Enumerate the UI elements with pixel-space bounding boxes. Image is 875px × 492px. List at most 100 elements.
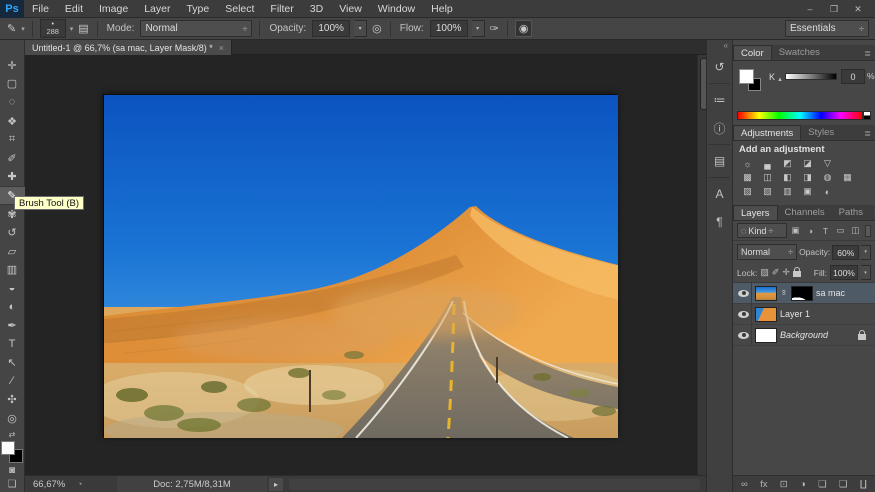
line-tool[interactable]: ∕ xyxy=(0,372,25,391)
menu-select[interactable]: Select xyxy=(217,0,262,18)
black-white-icon[interactable]: ◧ xyxy=(779,171,796,184)
layer-thumbnail[interactable] xyxy=(755,307,777,322)
k-value-input[interactable]: 0 xyxy=(841,69,865,84)
add-layer-mask-icon[interactable]: ⊡ xyxy=(780,479,788,490)
vertical-scrollbar[interactable] xyxy=(697,55,706,475)
color-spectrum-ramp[interactable] xyxy=(737,111,863,120)
layer-opacity-caret-icon[interactable]: ▾ xyxy=(861,245,871,260)
curves-icon[interactable]: ◩ xyxy=(779,157,796,170)
status-expand-icon[interactable]: ▸ xyxy=(269,478,283,491)
foreground-background-swatches[interactable] xyxy=(1,441,23,463)
menu-3d[interactable]: 3D xyxy=(302,0,331,18)
swap-colors-icon[interactable]: ⇄ xyxy=(9,430,16,439)
layer-name[interactable]: Background xyxy=(780,330,828,340)
eyedropper-tool[interactable]: ✐ xyxy=(0,149,25,168)
link-layers-icon[interactable]: ∞ xyxy=(741,479,748,490)
vibrance-icon[interactable]: ▽ xyxy=(819,157,836,170)
properties-panel-icon[interactable]: ≔ xyxy=(709,89,731,111)
eye-icon[interactable] xyxy=(738,311,749,318)
layer-name[interactable]: sa mac xyxy=(816,288,845,298)
foreground-color-swatch[interactable] xyxy=(1,441,15,455)
layer-blend-mode-select[interactable]: Normal ÷ xyxy=(737,244,797,260)
foreground-color-swatch[interactable] xyxy=(739,69,754,84)
panel-menu-icon[interactable]: ≣ xyxy=(860,49,875,60)
gradient-map-icon[interactable]: ▣ xyxy=(799,185,816,198)
workspace-select[interactable]: Essentials ÷ xyxy=(785,20,869,37)
spectrum-bw-swatch[interactable] xyxy=(863,111,871,120)
menu-edit[interactable]: Edit xyxy=(57,0,91,18)
menu-window[interactable]: Window xyxy=(370,0,423,18)
opacity-input[interactable]: 100% xyxy=(312,20,350,37)
eye-icon[interactable] xyxy=(738,332,749,339)
info-panel-icon[interactable]: ⓘ xyxy=(709,117,731,139)
menu-file[interactable]: File xyxy=(24,0,57,18)
tablet-size-icon[interactable]: ◉ xyxy=(515,20,533,37)
brush-picker-caret-icon[interactable]: ▾ xyxy=(70,25,74,33)
zoom-tool[interactable]: ◎ xyxy=(0,409,25,428)
panel-menu-icon[interactable]: ≣ xyxy=(870,209,875,220)
minimize-button[interactable]: – xyxy=(799,2,821,16)
new-adjustment-layer-icon[interactable]: ◑ xyxy=(800,479,806,490)
layer-fill-input[interactable]: 100% xyxy=(830,265,858,280)
lock-transparency-icon[interactable]: ▨ xyxy=(760,267,769,278)
tab-swatches[interactable]: Swatches xyxy=(772,45,827,60)
pen-tool[interactable]: ✒ xyxy=(0,316,25,335)
history-panel-icon[interactable]: ↺ xyxy=(709,56,731,78)
layer-thumbnail[interactable] xyxy=(755,286,777,301)
color-fg-bg-swatches[interactable] xyxy=(739,69,761,91)
new-group-icon[interactable]: ❏ xyxy=(818,479,827,490)
layer-mask-thumbnail[interactable] xyxy=(791,286,813,301)
history-brush-tool[interactable]: ↺ xyxy=(0,223,25,242)
new-layer-icon[interactable]: ❑ xyxy=(839,479,848,490)
layer-row-background[interactable]: Background xyxy=(733,325,875,346)
brush-preset-picker[interactable]: • 288 xyxy=(40,19,66,38)
lock-all-icon[interactable] xyxy=(793,271,801,277)
k-channel-slider[interactable] xyxy=(785,73,837,80)
restore-button[interactable]: ❐ xyxy=(823,2,845,16)
layer-thumbnail[interactable] xyxy=(755,328,777,343)
quick-mask-button[interactable]: ◙ xyxy=(0,463,25,478)
tab-adjustments[interactable]: Adjustments xyxy=(733,125,801,140)
tablet-opacity-icon[interactable]: ◎ xyxy=(371,22,383,35)
color-lookup-icon[interactable]: ▦ xyxy=(839,171,856,184)
menu-help[interactable]: Help xyxy=(423,0,461,18)
visibility-cell[interactable] xyxy=(736,325,752,345)
menu-layer[interactable]: Layer xyxy=(136,0,178,18)
opacity-caret-icon[interactable]: ▾ xyxy=(354,20,367,37)
visibility-cell[interactable] xyxy=(736,304,752,324)
tab-channels[interactable]: Channels xyxy=(778,205,832,220)
menu-view[interactable]: View xyxy=(331,0,370,18)
filter-smart-objects-icon[interactable]: ◫ xyxy=(849,224,862,237)
tab-close-icon[interactable]: × xyxy=(219,43,224,53)
photo-filter-icon[interactable]: ◨ xyxy=(799,171,816,184)
tool-preset-caret-icon[interactable]: ▾ xyxy=(21,25,25,33)
color-balance-icon[interactable]: ◫ xyxy=(759,171,776,184)
invert-icon[interactable]: ▨ xyxy=(739,185,756,198)
flow-caret-icon[interactable]: ▾ xyxy=(472,20,485,37)
hand-tool[interactable]: ✣ xyxy=(0,391,25,410)
crop-tool[interactable]: ⌗ xyxy=(0,130,25,149)
filter-type-layers-icon[interactable]: T xyxy=(819,224,832,237)
path-selection-tool[interactable]: ↖ xyxy=(0,354,25,373)
character-panel-icon[interactable]: A xyxy=(709,183,731,205)
levels-icon[interactable]: ▄ xyxy=(759,157,776,170)
menu-type[interactable]: Type xyxy=(178,0,217,18)
quick-selection-tool[interactable]: ❖ xyxy=(0,112,25,131)
layer-name[interactable]: Layer 1 xyxy=(780,309,810,319)
tab-layers[interactable]: Layers xyxy=(733,205,778,220)
type-tool[interactable]: T xyxy=(0,335,25,354)
filter-shape-layers-icon[interactable]: ▭ xyxy=(834,224,847,237)
lock-pixels-icon[interactable]: ✐ xyxy=(772,267,780,278)
eye-icon[interactable] xyxy=(738,290,749,297)
selective-color-icon[interactable]: ◐ xyxy=(819,185,836,198)
expand-dock-icon[interactable]: « xyxy=(720,40,732,53)
lock-position-icon[interactable]: ✛ xyxy=(782,267,790,278)
filter-pixel-layers-icon[interactable]: ▣ xyxy=(789,224,802,237)
document-tab[interactable]: Untitled-1 @ 66,7% (sa mac, Layer Mask/8… xyxy=(25,40,232,55)
brightness-contrast-icon[interactable]: ☼ xyxy=(739,157,756,170)
menu-filter[interactable]: Filter xyxy=(262,0,301,18)
gradient-tool[interactable]: ▥ xyxy=(0,261,25,280)
canvas[interactable] xyxy=(103,94,617,437)
filter-toggle-switch[interactable] xyxy=(865,225,871,237)
threshold-icon[interactable]: ▥ xyxy=(779,185,796,198)
